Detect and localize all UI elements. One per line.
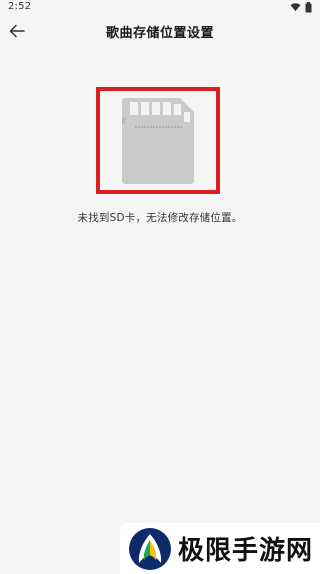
- watermark: 极限手游网: [120, 523, 320, 574]
- status-icons: [290, 2, 312, 13]
- status-bar: 2:52: [0, 0, 320, 14]
- wifi-icon: [290, 3, 301, 12]
- watermark-text: 极限手游网: [178, 536, 314, 566]
- watermark-logo-icon: [129, 527, 171, 570]
- app-bar: 歌曲存储位置设置: [0, 14, 320, 48]
- status-time: 2:52: [8, 1, 32, 12]
- highlight-frame: [96, 87, 220, 194]
- no-sd-card-message: 未找到SD卡，无法修改存储位置。: [77, 212, 243, 224]
- battery-icon: [305, 2, 312, 13]
- sd-card-icon: [122, 97, 194, 184]
- page-title: 歌曲存储位置设置: [105, 26, 214, 41]
